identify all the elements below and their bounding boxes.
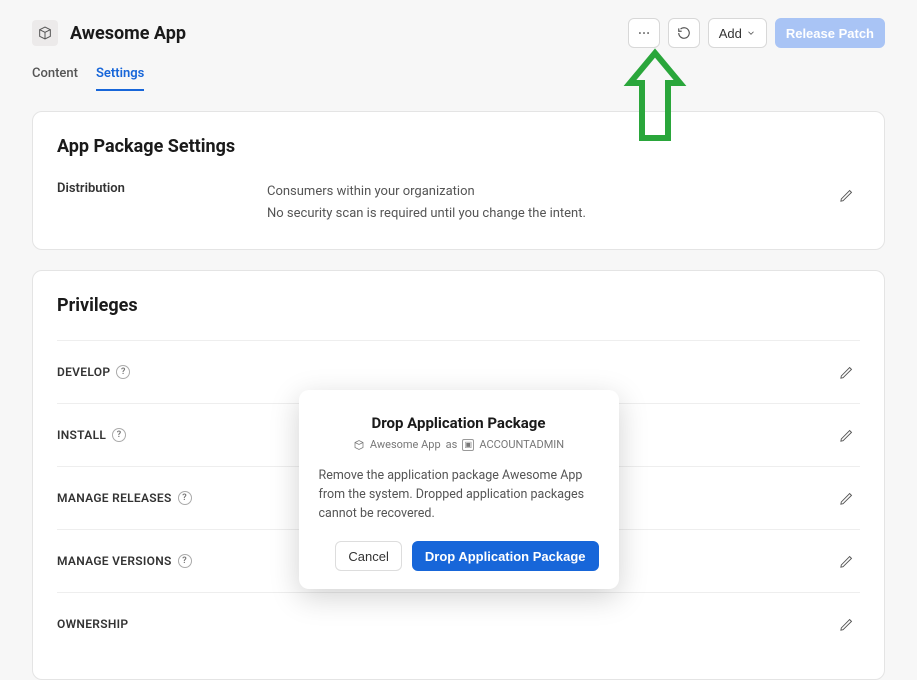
pencil-icon: [839, 188, 854, 203]
add-button[interactable]: Add: [708, 18, 767, 48]
edit-privilege-button[interactable]: [832, 358, 860, 386]
release-patch-label: Release Patch: [786, 26, 874, 41]
edit-privilege-button[interactable]: [832, 484, 860, 512]
modal-as: as: [446, 438, 458, 451]
info-icon[interactable]: ?: [116, 365, 130, 379]
privilege-label: OWNERSHIP: [57, 617, 832, 631]
chevron-down-icon: [746, 28, 756, 38]
header-actions: Add Release Patch: [628, 18, 885, 48]
pencil-icon: [839, 617, 854, 632]
distribution-label: Distribution: [57, 181, 267, 196]
edit-privilege-button[interactable]: [832, 547, 860, 575]
edit-privilege-button[interactable]: [832, 610, 860, 638]
modal-body: Remove the application package Awesome A…: [319, 467, 599, 523]
pencil-icon: [839, 554, 854, 569]
distribution-line1: Consumers within your organization: [267, 181, 832, 203]
info-icon[interactable]: ?: [112, 428, 126, 442]
privileges-title: Privileges: [57, 295, 860, 316]
modal-subtitle: Awesome App as ▣ ACCOUNTADMIN: [319, 438, 599, 451]
privilege-row-ownership: OWNERSHIP: [57, 592, 860, 655]
modal-app-name: Awesome App: [370, 438, 441, 451]
pencil-icon: [839, 365, 854, 380]
tabs: Content Settings: [0, 58, 917, 91]
app-package-settings-card: App Package Settings Distribution Consum…: [32, 111, 885, 250]
modal-role: ACCOUNTADMIN: [479, 438, 564, 451]
confirm-drop-button[interactable]: Drop Application Package: [412, 541, 599, 571]
tab-settings[interactable]: Settings: [96, 58, 144, 91]
privilege-label: DEVELOP ?: [57, 365, 832, 379]
more-menu-button[interactable]: [628, 18, 660, 48]
app-package-icon: [32, 20, 58, 46]
distribution-value: Consumers within your organization No se…: [267, 181, 832, 225]
role-icon: ▣: [462, 439, 474, 451]
tab-content[interactable]: Content: [32, 58, 78, 91]
distribution-line2: No security scan is required until you c…: [267, 203, 832, 225]
cancel-button[interactable]: Cancel: [335, 541, 401, 571]
pencil-icon: [839, 428, 854, 443]
drop-package-modal: Drop Application Package Awesome App as …: [299, 390, 619, 589]
info-icon[interactable]: ?: [178, 491, 192, 505]
page-title: Awesome App: [70, 23, 186, 44]
release-patch-button[interactable]: Release Patch: [775, 18, 885, 48]
distribution-row: Distribution Consumers within your organ…: [57, 181, 860, 225]
page-header: Awesome App Add Release Patch: [0, 0, 917, 58]
app-package-icon: [353, 439, 365, 451]
ellipsis-icon: [637, 26, 651, 40]
header-left: Awesome App: [32, 20, 186, 46]
modal-actions: Cancel Drop Application Package: [319, 541, 599, 571]
settings-title: App Package Settings: [57, 136, 860, 157]
edit-privilege-button[interactable]: [832, 421, 860, 449]
info-icon[interactable]: ?: [178, 554, 192, 568]
modal-title: Drop Application Package: [319, 414, 599, 432]
pencil-icon: [839, 491, 854, 506]
edit-distribution-button[interactable]: [832, 181, 860, 209]
refresh-icon: [677, 26, 691, 40]
add-button-label: Add: [719, 26, 742, 41]
refresh-button[interactable]: [668, 18, 700, 48]
